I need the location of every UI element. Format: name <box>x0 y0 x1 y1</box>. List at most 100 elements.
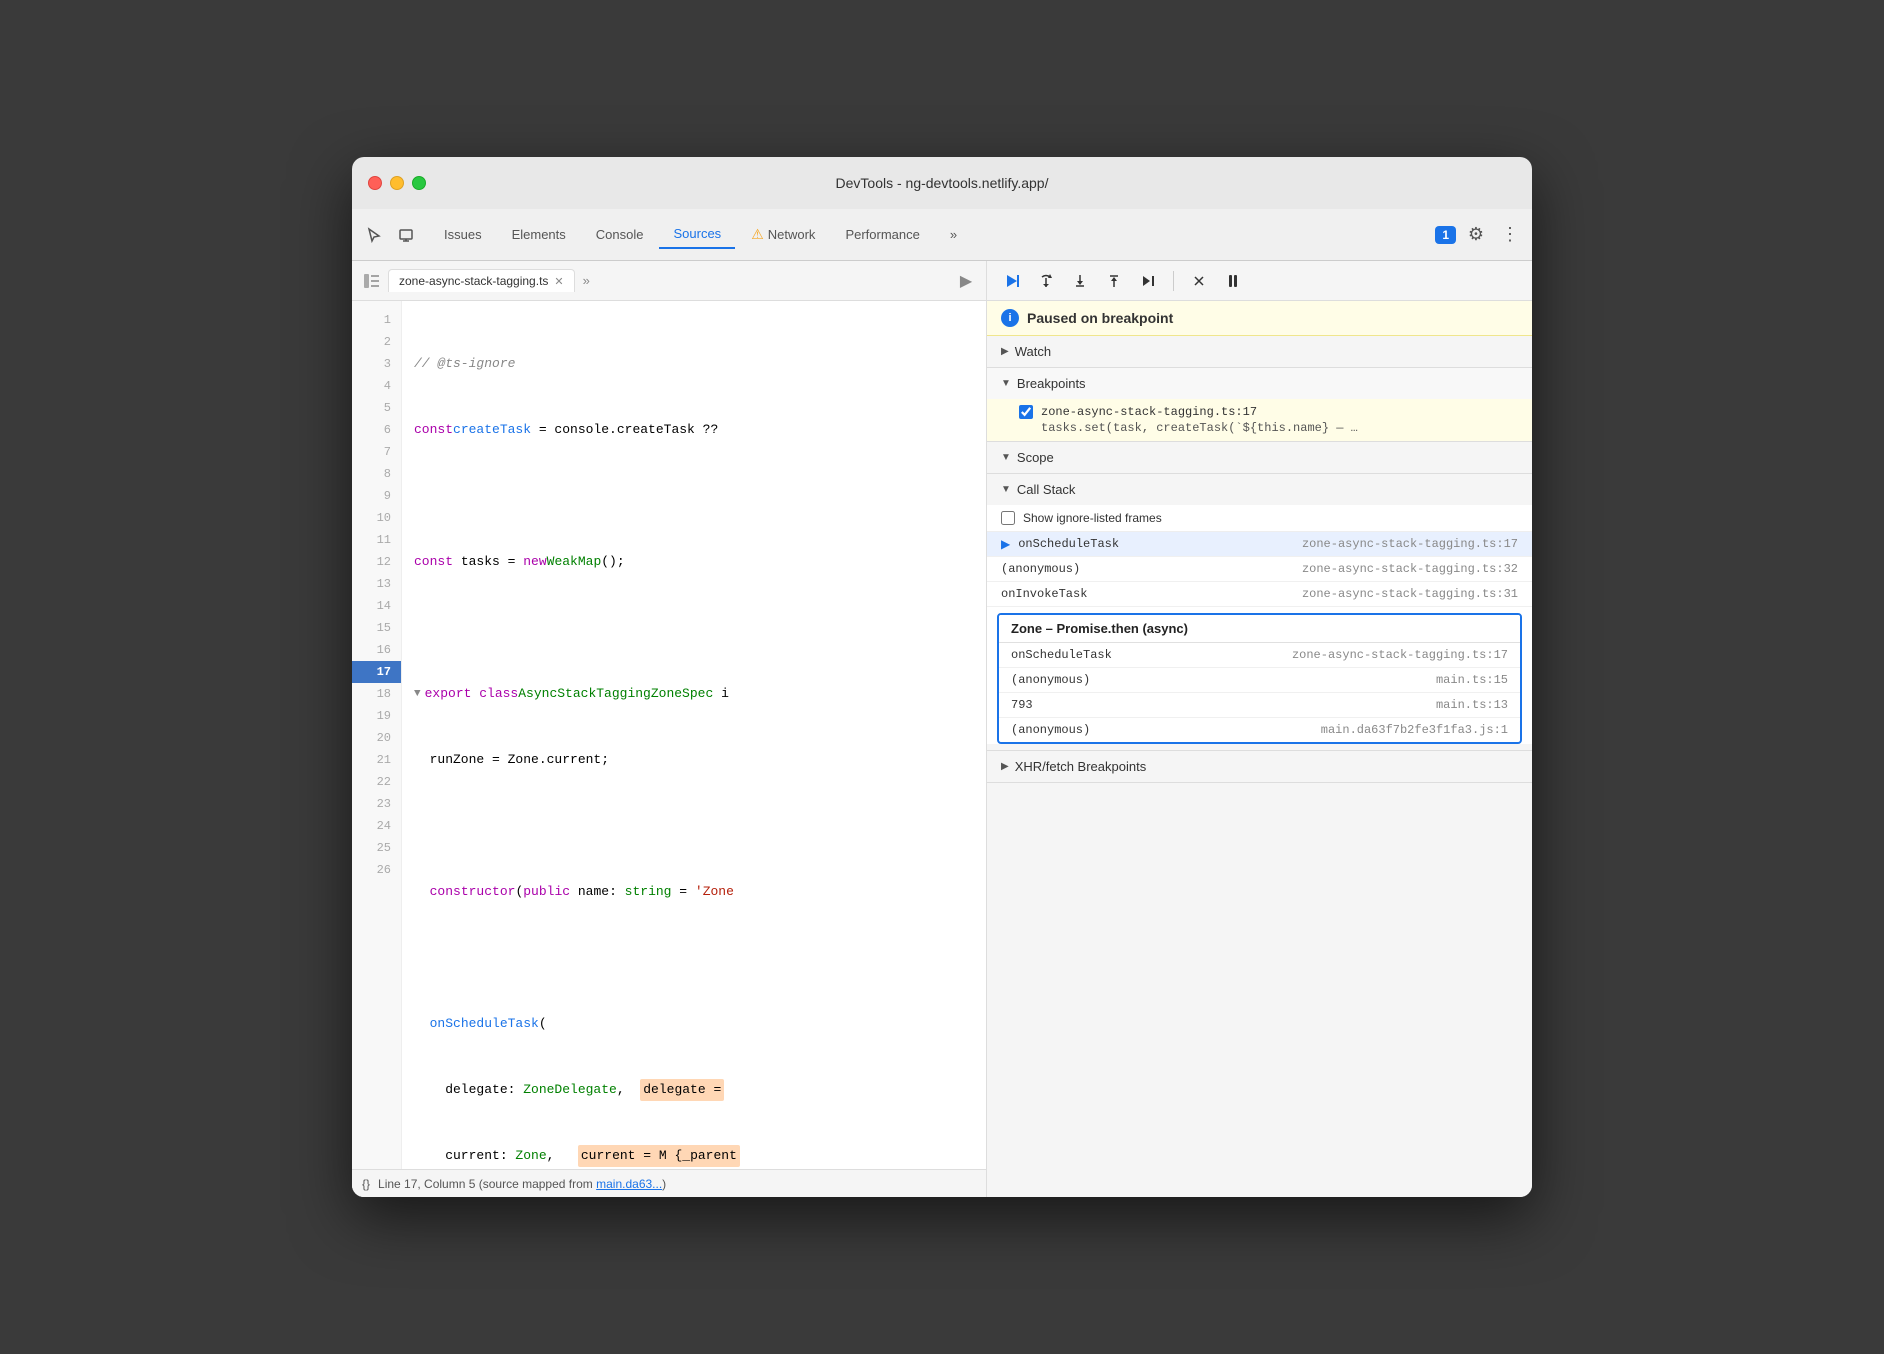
async-stack-item-2[interactable]: 793 main.ts:13 <box>999 693 1520 718</box>
code-line-8 <box>414 815 986 837</box>
async-stack-file-3: main.da63f7b2fe3f1fa3.js:1 <box>1321 723 1508 737</box>
debugger-scroll[interactable]: i Paused on breakpoint ▶ Watch ▼ Breakpo… <box>987 301 1532 1197</box>
async-stack-file-1: main.ts:15 <box>1436 673 1508 687</box>
active-frame-arrow-icon: ▶ <box>1001 537 1010 551</box>
tab-right-icons: 1 ⚙ ⋮ <box>1435 221 1524 249</box>
watch-section: ▶ Watch <box>987 336 1532 368</box>
stack-item-1[interactable]: (anonymous) zone-async-stack-tagging.ts:… <box>987 557 1532 582</box>
code-line-11: onScheduleTask( <box>414 1013 986 1035</box>
code-line-4: const tasks = new WeakMap(); <box>414 551 986 573</box>
format-icon[interactable]: {} <box>362 1177 370 1191</box>
stack-name-2: onInvokeTask <box>1001 587 1302 601</box>
step-over-button[interactable] <box>1033 268 1059 294</box>
call-stack-body: Show ignore-listed frames ▶ onScheduleTa… <box>987 505 1532 744</box>
sidebar-toggle-icon[interactable] <box>360 269 384 293</box>
code-line-3 <box>414 485 986 507</box>
breakpoint-item: zone-async-stack-tagging.ts:17 tasks.set… <box>987 399 1532 441</box>
breakpoints-section: ▼ Breakpoints zone-async-stack-tagging.t… <box>987 368 1532 442</box>
code-line-5 <box>414 617 986 639</box>
async-stack-name-0: onScheduleTask <box>1011 648 1292 662</box>
scope-arrow-icon: ▼ <box>1001 452 1011 463</box>
breakpoint-checkbox[interactable] <box>1019 405 1033 419</box>
resume-button[interactable] <box>999 268 1025 294</box>
devtools-window: DevTools - ng-devtools.netlify.app/ Issu… <box>352 157 1532 1197</box>
code-content[interactable]: 12345 678910 1112131415 16 17 181920 212… <box>352 301 986 1169</box>
scope-section-header[interactable]: ▼ Scope <box>987 442 1532 473</box>
device-icon[interactable] <box>392 221 420 249</box>
settings-icon[interactable]: ⚙ <box>1462 221 1490 249</box>
file-tab-name: zone-async-stack-tagging.ts <box>399 274 548 288</box>
debugger-toolbar <box>987 261 1532 301</box>
stack-item-0[interactable]: ▶ onScheduleTask zone-async-stack-taggin… <box>987 532 1532 557</box>
cursor-icon[interactable] <box>360 221 388 249</box>
code-line-1: // @ts-ignore <box>414 353 986 375</box>
stack-file-2: zone-async-stack-tagging.ts:31 <box>1302 587 1518 601</box>
call-stack-section: ▼ Call Stack Show ignore-listed frames ▶… <box>987 474 1532 751</box>
warning-icon: ⚠ <box>751 226 764 243</box>
main-content: zone-async-stack-tagging.ts ✕ » ▶ 12345 … <box>352 261 1532 1197</box>
async-stack-name-3: (anonymous) <box>1011 723 1321 737</box>
more-tabs-icon[interactable]: » <box>579 269 594 292</box>
tab-sources[interactable]: Sources <box>659 220 735 249</box>
tab-performance[interactable]: Performance <box>831 221 933 248</box>
code-line-12: delegate: ZoneDelegate, delegate = <box>414 1079 986 1101</box>
call-stack-section-header[interactable]: ▼ Call Stack <box>987 474 1532 505</box>
maximize-button[interactable] <box>412 176 426 190</box>
tab-network[interactable]: ⚠ Network <box>737 220 829 249</box>
step-into-button[interactable] <box>1067 268 1093 294</box>
step-button[interactable] <box>1135 268 1161 294</box>
stack-item-2[interactable]: onInvokeTask zone-async-stack-tagging.ts… <box>987 582 1532 607</box>
code-lines[interactable]: // @ts-ignore const createTask = console… <box>402 301 986 1169</box>
code-line-6: ▼export class AsyncStackTaggingZoneSpec … <box>414 683 986 705</box>
paused-text: Paused on breakpoint <box>1027 310 1173 326</box>
status-bar: {} Line 17, Column 5 (source mapped from… <box>352 1169 986 1197</box>
breakpoints-arrow-icon: ▼ <box>1001 378 1011 389</box>
ignore-frames-row: Show ignore-listed frames <box>987 505 1532 532</box>
title-bar: DevTools - ng-devtools.netlify.app/ <box>352 157 1532 209</box>
xhr-breakpoints-header[interactable]: ▶ XHR/fetch Breakpoints <box>987 751 1532 782</box>
tab-issues[interactable]: Issues <box>430 221 496 248</box>
code-line-13: current: Zone, current = M {_parent <box>414 1145 986 1167</box>
breakpoints-section-header[interactable]: ▼ Breakpoints <box>987 368 1532 399</box>
pause-on-exceptions-button[interactable] <box>1220 268 1246 294</box>
minimize-button[interactable] <box>390 176 404 190</box>
debugger-panel: i Paused on breakpoint ▶ Watch ▼ Breakpo… <box>987 261 1532 1197</box>
async-stack-item-0[interactable]: onScheduleTask zone-async-stack-tagging.… <box>999 643 1520 668</box>
tab-elements[interactable]: Elements <box>498 221 580 248</box>
editor-tab-bar: zone-async-stack-tagging.ts ✕ » ▶ <box>352 261 986 301</box>
more-options-icon[interactable]: ⋮ <box>1496 221 1524 249</box>
deactivate-breakpoints-button[interactable] <box>1186 268 1212 294</box>
paused-banner: i Paused on breakpoint <box>987 301 1532 336</box>
code-line-9: constructor(public name: string = 'Zone <box>414 881 986 903</box>
async-stack-name-1: (anonymous) <box>1011 673 1436 687</box>
watch-section-header[interactable]: ▶ Watch <box>987 336 1532 367</box>
toolbar-divider <box>1173 271 1174 291</box>
code-line-7: runZone = Zone.current; <box>414 749 986 771</box>
close-tab-icon[interactable]: ✕ <box>554 275 563 288</box>
stack-file-1: zone-async-stack-tagging.ts:32 <box>1302 562 1518 576</box>
info-icon: i <box>1001 309 1019 327</box>
position-text: Line 17, Column 5 (source mapped from ma… <box>378 1177 666 1191</box>
breakpoint-header: zone-async-stack-tagging.ts:17 <box>1019 405 1518 419</box>
close-button[interactable] <box>368 176 382 190</box>
async-stack-name-2: 793 <box>1011 698 1436 712</box>
traffic-lights <box>368 176 426 190</box>
async-stack-item-3[interactable]: (anonymous) main.da63f7b2fe3f1fa3.js:1 <box>999 718 1520 742</box>
watch-arrow-icon: ▶ <box>1001 346 1009 357</box>
run-snippet-icon[interactable]: ▶ <box>954 269 978 293</box>
xhr-breakpoints-label: XHR/fetch Breakpoints <box>1015 759 1147 774</box>
scope-section: ▼ Scope <box>987 442 1532 474</box>
tab-console[interactable]: Console <box>582 221 658 248</box>
file-tab-active[interactable]: zone-async-stack-tagging.ts ✕ <box>388 269 575 292</box>
tab-more[interactable]: » <box>936 221 971 248</box>
ignore-frames-checkbox[interactable] <box>1001 511 1015 525</box>
code-line-10 <box>414 947 986 969</box>
window-title: DevTools - ng-devtools.netlify.app/ <box>836 175 1049 191</box>
source-map-link[interactable]: main.da63... <box>596 1177 662 1191</box>
chat-badge[interactable]: 1 <box>1435 226 1456 244</box>
stack-name-0: onScheduleTask <box>1018 537 1302 551</box>
async-stack-item-1[interactable]: (anonymous) main.ts:15 <box>999 668 1520 693</box>
async-section: Zone – Promise.then (async) onScheduleTa… <box>997 613 1522 744</box>
step-out-button[interactable] <box>1101 268 1127 294</box>
watch-label: Watch <box>1015 344 1051 359</box>
